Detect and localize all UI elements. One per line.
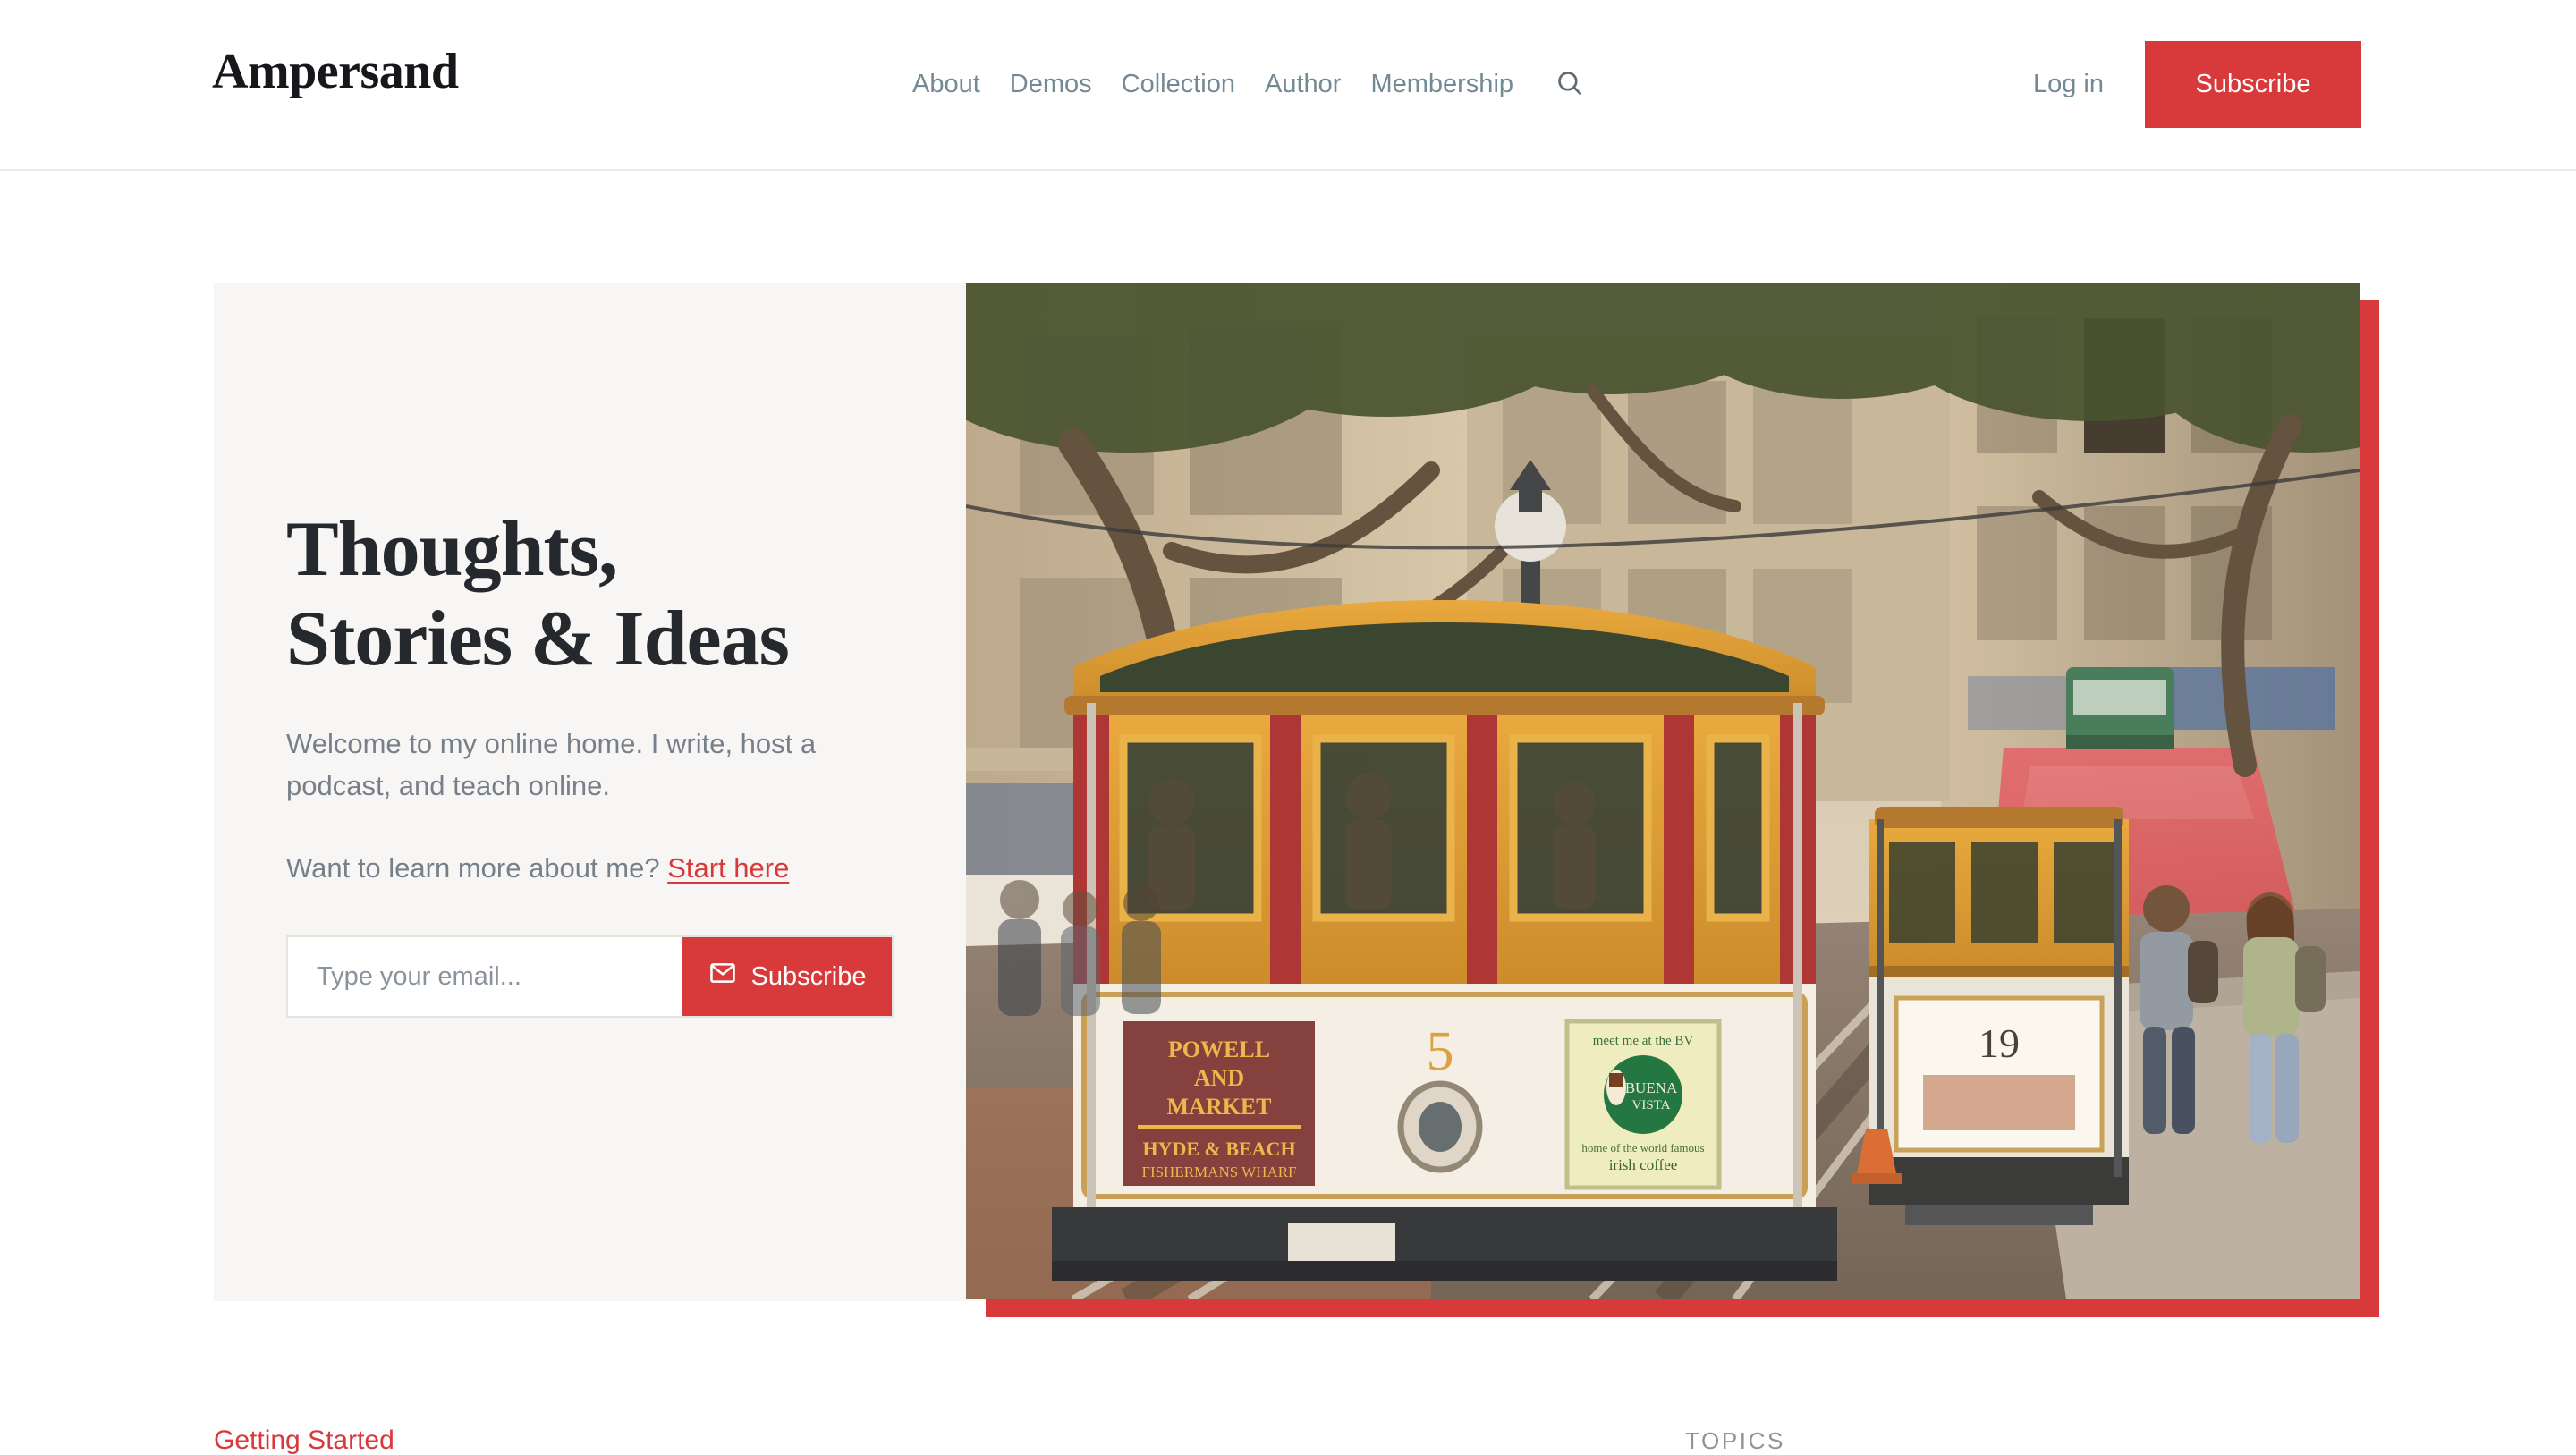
- hero-image: 19 POWELL AND MARKET HYDE & BEACH FISHER…: [966, 283, 2360, 1299]
- getting-started-link[interactable]: Getting Started: [214, 1427, 394, 1454]
- hero-more-line: Want to learn more about me? Start here: [286, 848, 948, 890]
- page-title: Thoughts, Stories & Ideas: [286, 505, 948, 685]
- below-fold-strip: Getting Started TOPICS: [0, 1427, 2576, 1454]
- newsletter-signup-form: Subscribe: [286, 935, 894, 1019]
- hero-more-prefix: Want to learn more about me?: [286, 851, 668, 884]
- form-subscribe-label: Subscribe: [750, 961, 867, 991]
- hero-subtitle: Welcome to my online home. I write, host…: [286, 727, 817, 801]
- topics-heading: TOPICS: [1685, 1427, 1785, 1454]
- email-input[interactable]: [288, 937, 682, 1017]
- hero-section: 19 POWELL AND MARKET HYDE & BEACH FISHER…: [0, 0, 2576, 1449]
- form-subscribe-button[interactable]: Subscribe: [682, 937, 892, 1017]
- hero-title-line-1: Thoughts,: [286, 506, 618, 593]
- mail-icon: [708, 959, 737, 994]
- hero-title-line-2: Stories & Ideas: [286, 596, 790, 683]
- start-here-link[interactable]: Start here: [667, 852, 789, 884]
- hero-copy: Thoughts, Stories & Ideas Welcome to my …: [286, 505, 948, 1019]
